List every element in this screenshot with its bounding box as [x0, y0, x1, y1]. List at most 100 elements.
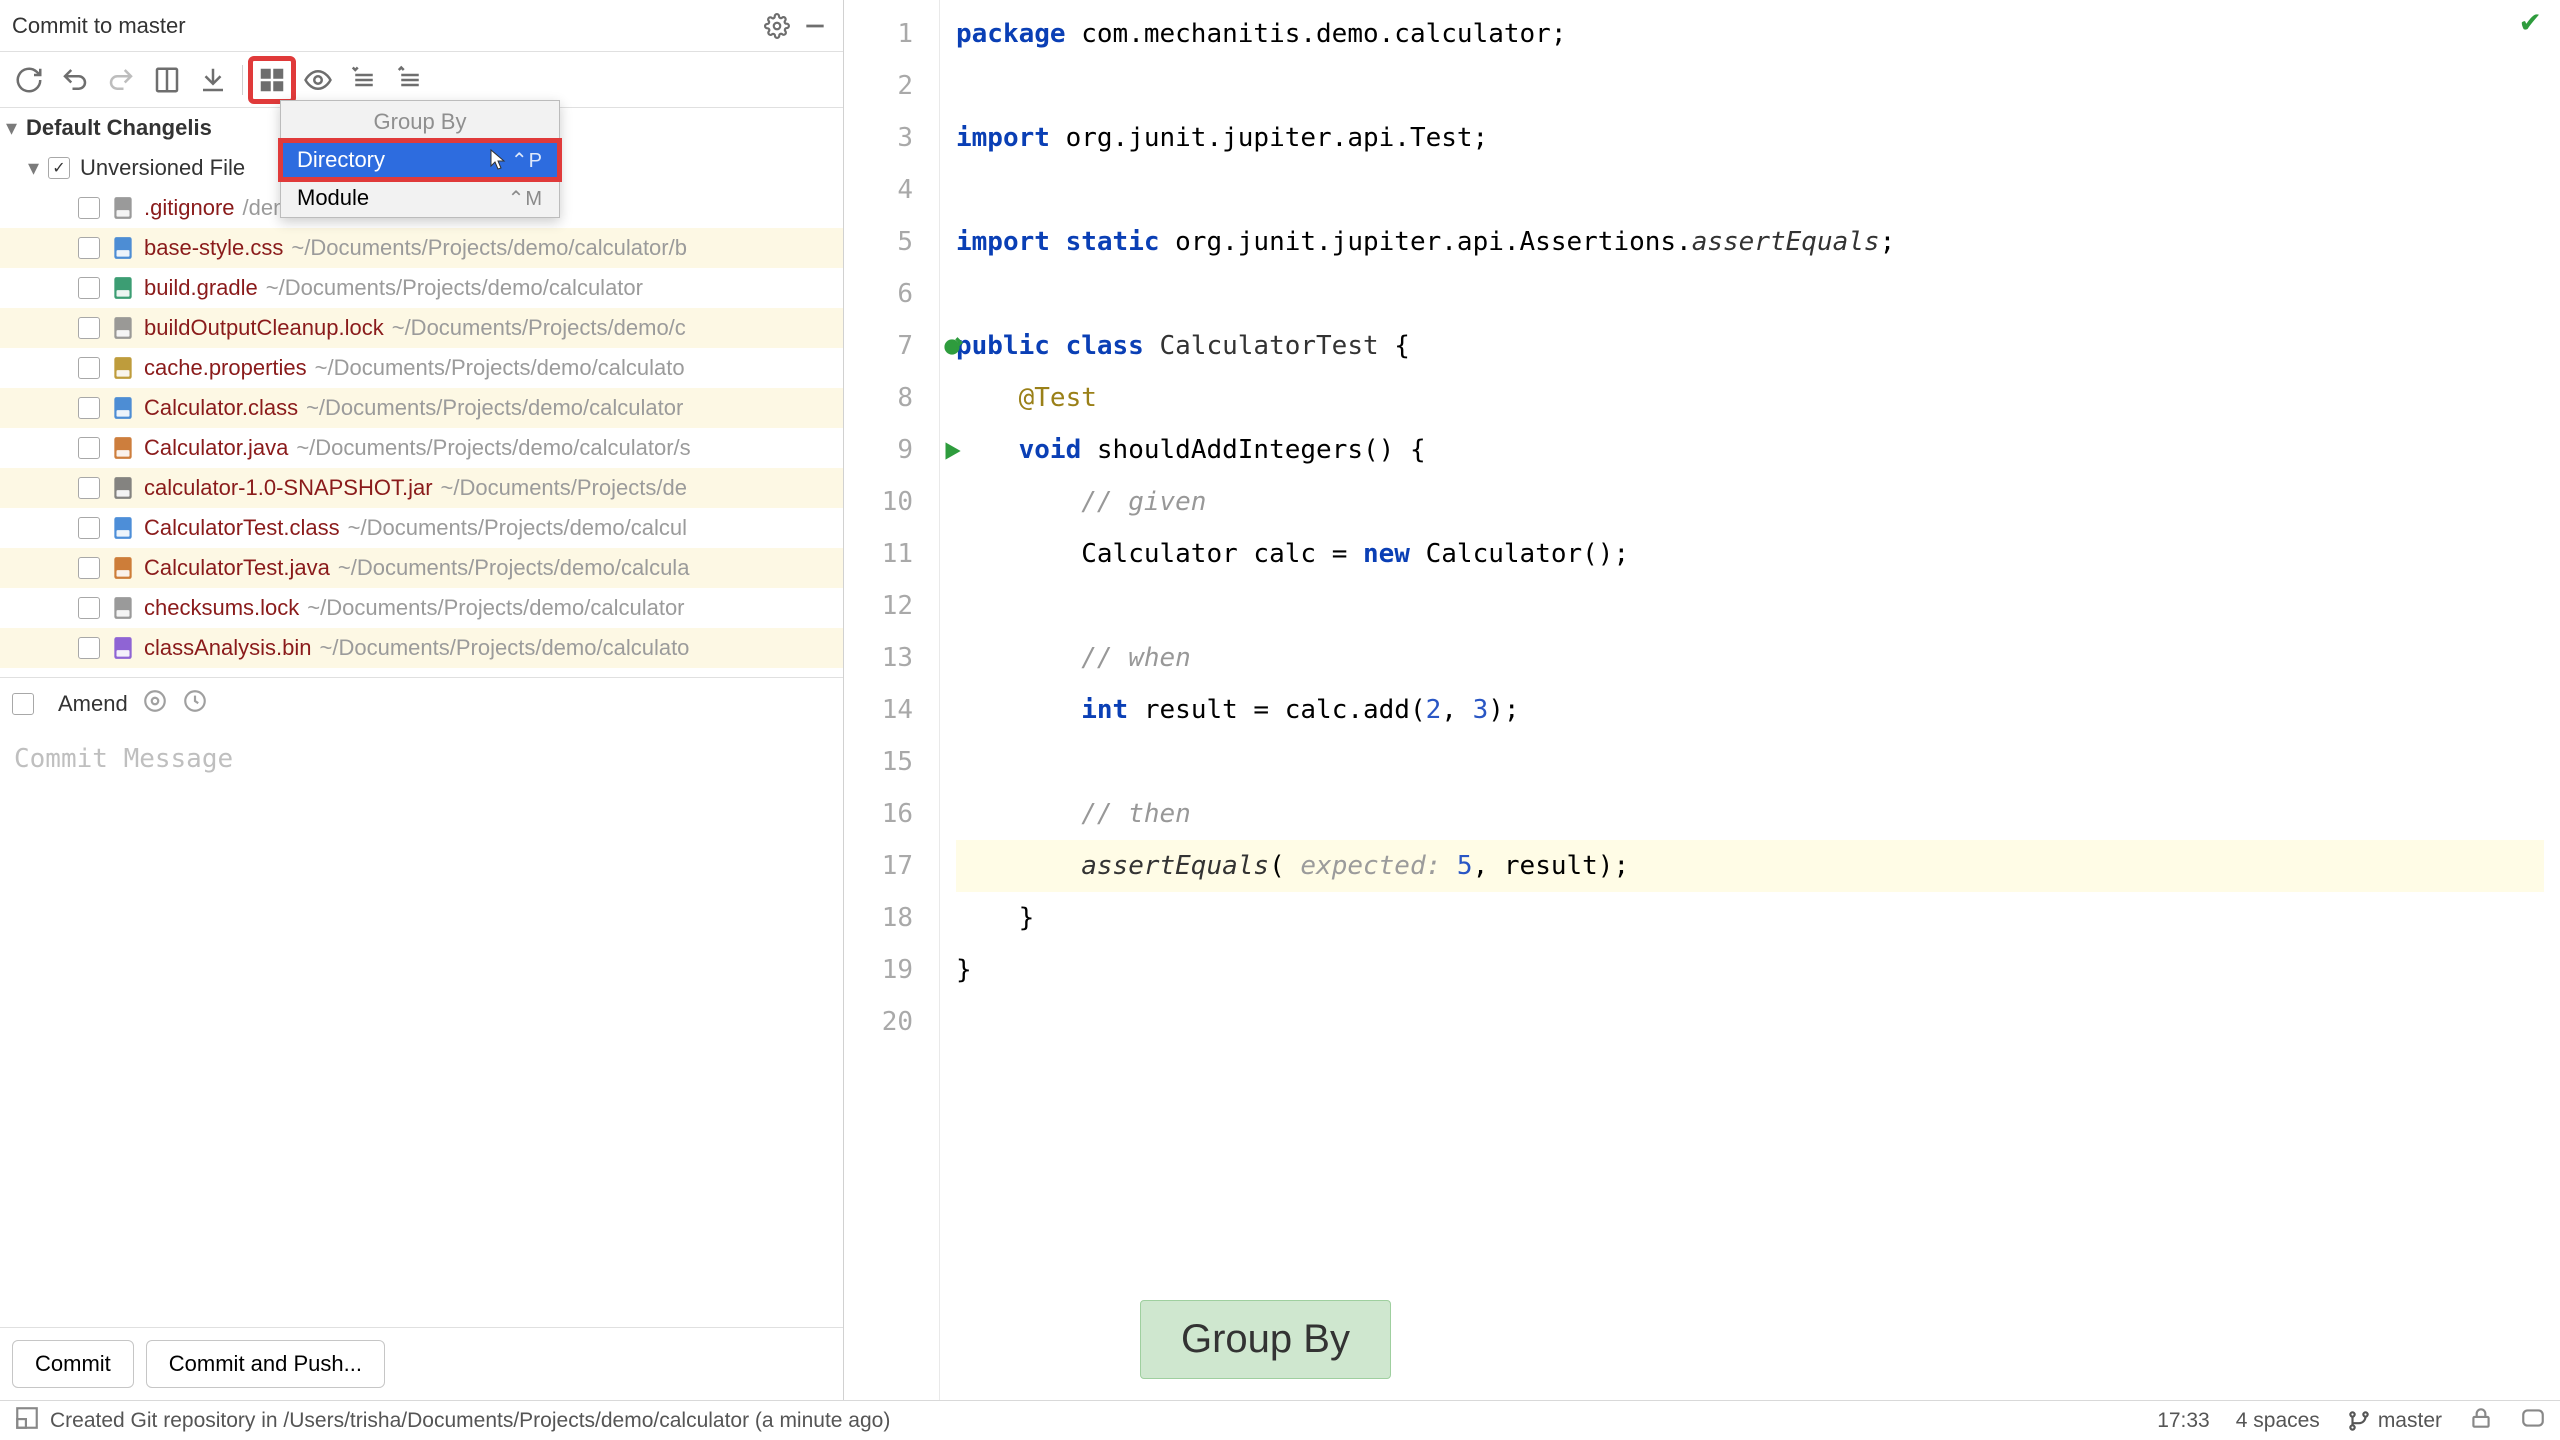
code-line[interactable]	[956, 580, 2544, 632]
file-row[interactable]: checksums.lock ~/Documents/Projects/demo/…	[0, 588, 843, 628]
run-test-icon[interactable]	[939, 438, 965, 471]
file-path: ~/Documents/Projects/demo/calculator	[306, 395, 683, 421]
file-name: checksums.lock	[144, 595, 299, 621]
checkbox[interactable]	[78, 597, 100, 619]
code-line[interactable]	[956, 268, 2544, 320]
code-line[interactable]	[956, 736, 2544, 788]
tool-window-icon[interactable]	[14, 1405, 40, 1437]
code-line[interactable]: }	[956, 892, 2544, 944]
gutter-line-number: 15	[848, 736, 931, 788]
file-path: ~/Documents/Projects/demo/calculator	[307, 595, 684, 621]
checkbox[interactable]	[78, 277, 100, 299]
gear-icon[interactable]	[142, 688, 168, 720]
code-line[interactable]: import org.junit.jupiter.api.Test;	[956, 112, 2544, 164]
code-line[interactable]: assertEquals( expected: 5, result);	[956, 840, 2544, 892]
commit-and-push-button[interactable]: Commit and Push...	[146, 1340, 385, 1388]
git-branch[interactable]: master	[2346, 1408, 2442, 1434]
expand-all-icon[interactable]	[343, 59, 385, 101]
checkbox[interactable]	[78, 397, 100, 419]
group-by-item-shortcut: ⌃M	[508, 186, 543, 211]
gutter-line-number: 19	[848, 944, 931, 996]
diff-icon[interactable]	[146, 59, 188, 101]
code-line[interactable]	[956, 996, 2544, 1048]
file-row[interactable]: calculator-1.0-SNAPSHOT.jar~/Documents/P…	[0, 468, 843, 508]
file-name: build.gradle	[144, 275, 258, 301]
file-name: CalculatorTest.class	[144, 515, 340, 541]
vcs-marker-icon[interactable]	[939, 334, 965, 367]
analysis-ok-icon[interactable]: ✔	[2519, 6, 2542, 39]
code-line[interactable]: }	[956, 944, 2544, 996]
code-line[interactable]	[956, 164, 2544, 216]
inspector-icon[interactable]	[2520, 1405, 2546, 1437]
status-bar: Created Git repository in /Users/trisha/…	[0, 1400, 2560, 1440]
file-row[interactable]: buildOutputCleanup.lock~/Documents/Proje…	[0, 308, 843, 348]
chevron-down-icon[interactable]: ▾	[28, 155, 48, 181]
file-row[interactable]: cache.properties~/Documents/Projects/dem…	[0, 348, 843, 388]
code-line[interactable]: public class CalculatorTest {	[956, 320, 2544, 372]
file-row[interactable]: classAnalysis.bin~/Documents/Projects/de…	[0, 628, 843, 668]
file-row[interactable]: build.gradle~/Documents/Projects/demo/ca…	[0, 268, 843, 308]
amend-row: Amend	[0, 677, 843, 730]
code-line[interactable]: // when	[956, 632, 2544, 684]
gutter-line-number: 7	[848, 320, 931, 372]
file-row[interactable]: base-style.css~/Documents/Projects/demo/…	[0, 228, 843, 268]
lock-icon[interactable]	[2468, 1405, 2494, 1437]
checkbox[interactable]	[78, 557, 100, 579]
amend-label: Amend	[58, 691, 128, 717]
checkbox[interactable]	[78, 477, 100, 499]
toolbar-separator	[242, 65, 243, 95]
group-by-icon[interactable]	[251, 59, 293, 101]
file-row[interactable]: Calculator.java~/Documents/Projects/demo…	[0, 428, 843, 468]
rollback-icon[interactable]	[54, 59, 96, 101]
group-by-directory-item[interactable]: Directory ⌃P	[281, 141, 559, 179]
minimize-icon[interactable]	[799, 10, 831, 42]
file-icon	[110, 275, 136, 301]
code-line[interactable]: void shouldAddIntegers() {	[956, 424, 2544, 476]
code-line[interactable]: package com.mechanitis.demo.calculator;	[956, 8, 2544, 60]
group-by-module-item[interactable]: Module ⌃M	[281, 179, 559, 217]
panel-title: Commit to master	[12, 13, 755, 39]
checkbox[interactable]	[78, 357, 100, 379]
checkbox[interactable]	[78, 197, 100, 219]
file-icon	[110, 235, 136, 261]
checkbox[interactable]	[78, 317, 100, 339]
code-line[interactable]: // then	[956, 788, 2544, 840]
editor-lines[interactable]: package com.mechanitis.demo.calculator; i…	[940, 0, 2560, 1400]
gutter-line-number: 18	[848, 892, 931, 944]
file-name: buildOutputCleanup.lock	[144, 315, 384, 341]
checkbox[interactable]	[78, 517, 100, 539]
gear-icon[interactable]	[761, 10, 793, 42]
checkbox[interactable]	[48, 157, 70, 179]
checkbox[interactable]	[78, 237, 100, 259]
revert-icon[interactable]	[100, 59, 142, 101]
file-row[interactable]: CalculatorTest.java~/Documents/Projects/…	[0, 548, 843, 588]
commit-message-input[interactable]: Commit Message	[0, 730, 843, 1327]
chevron-down-icon[interactable]: ▾	[6, 115, 26, 141]
file-row[interactable]: com.mechanitis.demo.calculator.Calculato…	[0, 668, 843, 677]
code-line[interactable]: import static org.junit.jupiter.api.Asse…	[956, 216, 2544, 268]
view-options-icon[interactable]	[297, 59, 339, 101]
collapse-all-icon[interactable]	[389, 59, 431, 101]
file-row[interactable]: Calculator.class~/Documents/Projects/dem…	[0, 388, 843, 428]
file-row[interactable]: CalculatorTest.class ~/Documents/Projects…	[0, 508, 843, 548]
code-editor[interactable]: ✔ 1234567891011121314151617181920 packag…	[844, 0, 2560, 1400]
gutter-line-number: 12	[848, 580, 931, 632]
code-line[interactable]: @Test	[956, 372, 2544, 424]
file-path: ~/Documents/Projects/demo/calcul	[348, 515, 687, 541]
checkbox[interactable]	[78, 437, 100, 459]
status-indent[interactable]: 4 spaces	[2236, 1409, 2320, 1433]
code-line[interactable]	[956, 60, 2544, 112]
gutter-line-number: 17	[848, 840, 931, 892]
refresh-icon[interactable]	[8, 59, 50, 101]
code-line[interactable]: int result = calc.add(2, 3);	[956, 684, 2544, 736]
commit-button[interactable]: Commit	[12, 1340, 134, 1388]
commit-panel: Commit to master Group By Directory ⌃P	[0, 0, 844, 1400]
history-icon[interactable]	[182, 688, 208, 720]
file-icon	[110, 395, 136, 421]
changelist-icon[interactable]	[192, 59, 234, 101]
checkbox[interactable]	[78, 637, 100, 659]
group-by-popup-title: Group By	[281, 101, 559, 141]
amend-checkbox[interactable]	[12, 693, 34, 715]
code-line[interactable]: // given	[956, 476, 2544, 528]
code-line[interactable]: Calculator calc = new Calculator();	[956, 528, 2544, 580]
